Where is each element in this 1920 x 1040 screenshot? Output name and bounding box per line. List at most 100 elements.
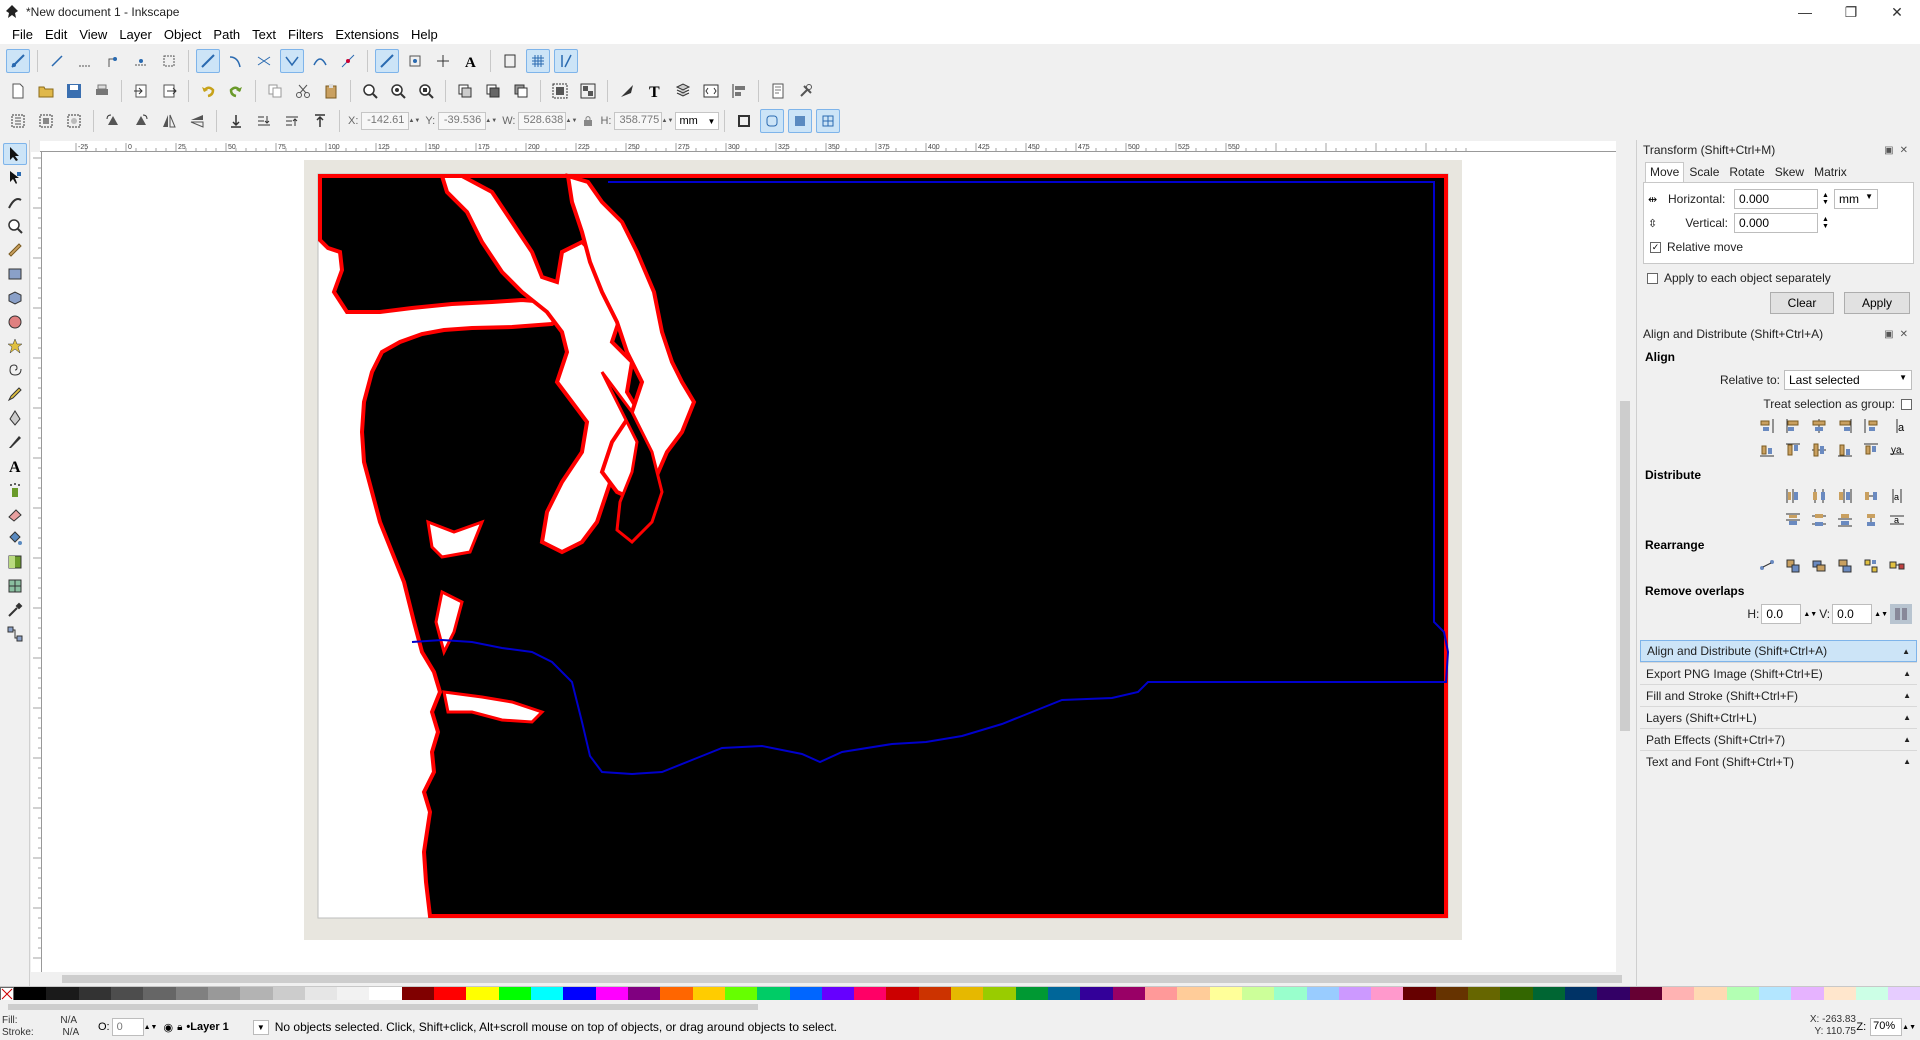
palette-swatch[interactable] xyxy=(46,987,79,1001)
preferences-icon[interactable] xyxy=(794,79,818,103)
menu-filters[interactable]: Filters xyxy=(282,27,329,42)
rectangle-tool-icon[interactable] xyxy=(3,263,27,285)
menu-file[interactable]: File xyxy=(6,27,39,42)
palette-swatch[interactable] xyxy=(821,987,855,1001)
distribute-left-icon[interactable] xyxy=(1782,486,1804,506)
scale-stroke-icon[interactable] xyxy=(732,109,756,133)
select-all-layers-icon[interactable] xyxy=(34,109,58,133)
palette-swatch[interactable] xyxy=(1661,987,1695,1001)
align-bottom-icon[interactable] xyxy=(1834,440,1856,460)
snap-guide-icon[interactable] xyxy=(554,49,578,73)
collapsed-text-font-panel[interactable]: Text and Font (Shift+Ctrl+T) ▲ xyxy=(1640,750,1917,772)
snap-bbox-edge-icon[interactable] xyxy=(73,49,97,73)
exchange-z-order-icon[interactable] xyxy=(1808,556,1830,576)
new-document-icon[interactable] xyxy=(6,79,30,103)
palette-swatch[interactable] xyxy=(1112,987,1145,1001)
palette-swatch[interactable] xyxy=(1629,987,1662,1001)
lower-to-bottom-icon[interactable] xyxy=(224,109,248,133)
graph-layout-icon[interactable] xyxy=(1756,556,1778,576)
relative-to-select[interactable]: Last selected ▼ xyxy=(1784,370,1912,390)
apply-button[interactable]: Apply xyxy=(1844,292,1910,314)
palette-swatch[interactable] xyxy=(1468,987,1501,1001)
snap-nodes-icon[interactable] xyxy=(196,49,220,73)
palette-swatch[interactable] xyxy=(1274,987,1307,1001)
palette-swatch[interactable] xyxy=(563,987,596,1001)
palette-swatch[interactable] xyxy=(692,987,725,1001)
palette-swatch[interactable] xyxy=(789,987,822,1001)
export-icon[interactable] xyxy=(157,79,181,103)
collapsed-export-panel[interactable]: Export PNG Image (Shift+Ctrl+E) ▲ xyxy=(1640,662,1917,684)
align-center-vertical-axis-icon[interactable] xyxy=(1808,416,1830,436)
collapsed-fill-stroke-panel[interactable]: Fill and Stroke (Shift+Ctrl+F) ▲ xyxy=(1640,684,1917,706)
snap-bbox-center-icon[interactable] xyxy=(157,49,181,73)
opacity-input[interactable]: 0 xyxy=(111,1018,144,1036)
undo-icon[interactable] xyxy=(196,79,220,103)
clear-button[interactable]: Clear xyxy=(1770,292,1834,314)
tab-move[interactable]: Move xyxy=(1645,162,1685,182)
snap-smooth-nodes-icon[interactable] xyxy=(308,49,332,73)
panel-close-icon[interactable]: ▣✕ xyxy=(1884,145,1914,156)
menu-layer[interactable]: Layer xyxy=(113,27,158,42)
flip-horizontal-icon[interactable] xyxy=(157,109,181,133)
distribute-right-icon[interactable] xyxy=(1834,486,1856,506)
maximize-button[interactable]: ❐ xyxy=(1828,0,1874,24)
h-input[interactable]: 358.775 xyxy=(614,112,663,130)
align-text-anchor-icon[interactable]: a xyxy=(1886,416,1908,436)
distribute-text-horizontal-icon[interactable]: a xyxy=(1886,486,1908,506)
palette-swatch[interactable] xyxy=(240,987,273,1001)
close-button[interactable]: ✕ xyxy=(1874,0,1920,24)
palette-swatch[interactable] xyxy=(498,987,531,1001)
lock-ratio-icon[interactable] xyxy=(581,109,595,133)
palette-swatch[interactable] xyxy=(918,987,952,1001)
palette-swatch[interactable] xyxy=(1888,987,1920,1001)
distribute-gaps-vertical-icon[interactable] xyxy=(1860,510,1882,530)
overlap-v-spinner-icon[interactable]: ▲▼ xyxy=(1874,611,1888,618)
measure-tool-icon[interactable] xyxy=(3,239,27,261)
distribute-bottom-icon[interactable] xyxy=(1834,510,1856,530)
palette-swatch[interactable] xyxy=(660,987,693,1001)
relative-move-checkbox[interactable]: ✓ xyxy=(1650,241,1661,253)
current-layer[interactable]: •Layer 1 xyxy=(186,1021,228,1033)
palette-swatch[interactable] xyxy=(1080,987,1113,1001)
scale-radii-icon[interactable] xyxy=(760,109,785,133)
vertical-scrollbar[interactable] xyxy=(1616,141,1634,972)
palette-swatch[interactable] xyxy=(369,987,402,1001)
distribute-text-vertical-icon[interactable]: a xyxy=(1886,510,1908,530)
overlap-h-spinner-icon[interactable]: ▲▼ xyxy=(1803,611,1817,618)
snap-bbox-icon[interactable] xyxy=(45,49,69,73)
vertical-spinner-icon[interactable]: ▲ ▼ xyxy=(1822,216,1830,230)
align-bottom-edge-icon[interactable] xyxy=(1756,440,1778,460)
select-all-icon[interactable] xyxy=(6,109,30,133)
document-properties-icon[interactable] xyxy=(766,79,790,103)
vertical-scroll-thumb[interactable] xyxy=(1620,401,1630,731)
align-left-edge-icon[interactable] xyxy=(1860,416,1882,436)
palette-swatch[interactable] xyxy=(1758,987,1792,1001)
group-icon[interactable] xyxy=(548,79,572,103)
spray-tool-icon[interactable] xyxy=(3,479,27,501)
horizontal-scrollbar[interactable] xyxy=(42,972,1634,986)
unlink-clone-icon[interactable] xyxy=(509,79,533,103)
move-gradients-icon[interactable] xyxy=(788,109,813,133)
palette-swatch[interactable] xyxy=(1597,987,1630,1001)
palette-scroll-thumb[interactable] xyxy=(8,1004,758,1010)
palette-swatch[interactable] xyxy=(724,987,758,1001)
text-tool-icon[interactable]: A xyxy=(3,455,27,477)
palette-swatch[interactable] xyxy=(143,987,176,1001)
import-icon[interactable] xyxy=(129,79,153,103)
calligraphy-tool-icon[interactable] xyxy=(3,431,27,453)
palette-swatch[interactable] xyxy=(466,987,499,1001)
tab-skew[interactable]: Skew xyxy=(1770,162,1809,182)
overlap-h-input[interactable]: 0.0 xyxy=(1761,604,1802,624)
palette-swatch[interactable] xyxy=(1532,987,1565,1001)
palette-swatch[interactable] xyxy=(1855,987,1889,1001)
canvas[interactable] xyxy=(42,152,1616,972)
distribute-centers-horizontal-icon[interactable] xyxy=(1808,486,1830,506)
align-panel-close-icon[interactable]: ▣✕ xyxy=(1884,329,1914,340)
palette-swatch[interactable] xyxy=(401,987,435,1001)
palette-swatch[interactable] xyxy=(1791,987,1824,1001)
flip-vertical-icon[interactable] xyxy=(185,109,209,133)
rotate-ccw-icon[interactable] xyxy=(101,109,125,133)
deselect-icon[interactable] xyxy=(62,109,86,133)
move-patterns-icon[interactable] xyxy=(816,109,841,133)
redo-icon[interactable] xyxy=(224,79,248,103)
